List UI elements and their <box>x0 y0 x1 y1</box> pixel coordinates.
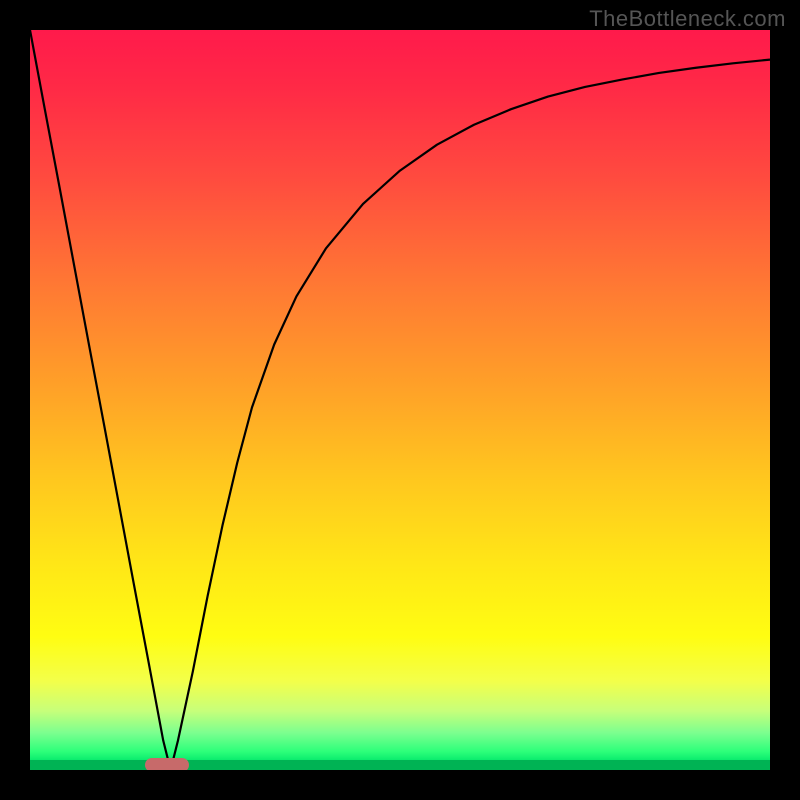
optimal-range-marker <box>145 758 189 770</box>
curve-svg <box>30 30 770 770</box>
plot-area <box>30 30 770 770</box>
chart-frame: TheBottleneck.com <box>0 0 800 800</box>
bottleneck-curve <box>30 30 770 770</box>
watermark-text: TheBottleneck.com <box>589 6 786 32</box>
